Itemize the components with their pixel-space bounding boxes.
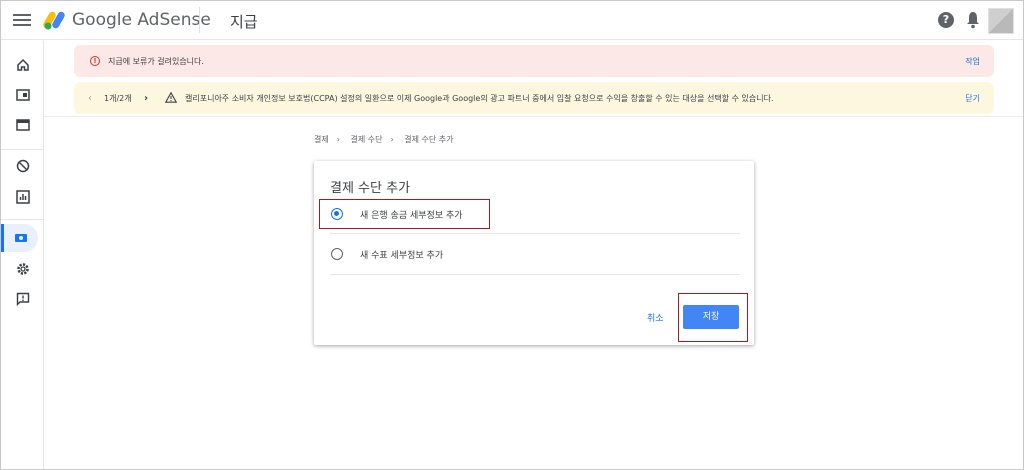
chevron-right-icon: › bbox=[390, 135, 394, 144]
ccpa-notice-message: 캘리포니아주 소비자 개인정보 보호법(CCPA) 설정의 일환으로 이제 Go… bbox=[185, 93, 774, 103]
app-window: Google AdSense 지급 ? ! 지급에 보류가 걸려있습니다. 작업… bbox=[0, 0, 1024, 470]
content-divider bbox=[44, 116, 1023, 117]
settings-icon[interactable] bbox=[7, 255, 39, 283]
option-bank-transfer[interactable]: 새 은행 송금 세부정보 추가 bbox=[324, 197, 742, 231]
reports-icon[interactable] bbox=[7, 183, 39, 211]
payments-icon[interactable] bbox=[1, 224, 38, 252]
home-icon[interactable] bbox=[7, 51, 39, 79]
blocking-icon[interactable] bbox=[7, 152, 39, 180]
adsense-logo-icon bbox=[43, 11, 65, 30]
breadcrumb: 결제 › 결제 수단 › 결제 수단 추가 bbox=[314, 134, 459, 145]
add-payment-method-card: 결제 수단 추가 새 은행 송금 세부정보 추가 새 수표 세부정보 추가 취소… bbox=[314, 161, 754, 345]
radio-button[interactable] bbox=[331, 208, 343, 220]
chevron-right-icon: › bbox=[336, 135, 340, 144]
chevron-right-icon[interactable]: › bbox=[144, 93, 148, 104]
banner-close-link[interactable]: 닫기 bbox=[965, 93, 980, 104]
side-rail bbox=[1, 41, 44, 469]
chevron-left-icon[interactable]: ‹ bbox=[88, 93, 92, 104]
breadcrumb-item: 결제 수단 추가 bbox=[404, 135, 454, 144]
ccpa-notice-banner: ‹ 1개/2개 › 캘리포니아주 소비자 개인정보 보호법(CCPA) 설정의 … bbox=[74, 82, 994, 114]
warning-icon bbox=[165, 92, 177, 103]
rail-divider bbox=[1, 149, 43, 150]
header-divider bbox=[199, 7, 200, 33]
breadcrumb-item[interactable]: 결제 수단 bbox=[350, 135, 382, 144]
option-divider bbox=[330, 233, 740, 234]
ads-icon[interactable] bbox=[7, 81, 39, 109]
save-button[interactable]: 저장 bbox=[683, 305, 739, 329]
feedback-icon[interactable] bbox=[7, 285, 39, 313]
bell-icon[interactable] bbox=[966, 11, 980, 29]
payment-hold-message: 지급에 보류가 걸려있습니다. bbox=[108, 56, 204, 66]
card-title: 결제 수단 추가 bbox=[330, 181, 411, 196]
option-label: 새 은행 송금 세부정보 추가 bbox=[360, 210, 463, 221]
error-icon: ! bbox=[90, 56, 100, 66]
radio-button[interactable] bbox=[331, 248, 343, 260]
option-check[interactable]: 새 수표 세부정보 추가 bbox=[324, 237, 742, 271]
brand-name: Google AdSense bbox=[72, 10, 211, 30]
banner-action-link[interactable]: 작업 bbox=[965, 56, 980, 67]
cancel-button[interactable]: 취소 bbox=[647, 311, 664, 324]
option-label: 새 수표 세부정보 추가 bbox=[360, 250, 444, 261]
avatar[interactable] bbox=[988, 8, 1014, 34]
help-icon[interactable]: ? bbox=[938, 12, 954, 28]
option-divider bbox=[330, 274, 740, 275]
top-bar: Google AdSense 지급 ? bbox=[1, 1, 1023, 40]
rail-divider bbox=[1, 219, 43, 220]
menu-icon[interactable] bbox=[13, 11, 31, 29]
notice-pager: 1개/2개 bbox=[104, 93, 132, 103]
page-title: 지급 bbox=[230, 13, 258, 31]
payment-hold-banner: ! 지급에 보류가 걸려있습니다. 작업 bbox=[74, 45, 994, 77]
sites-icon[interactable] bbox=[7, 111, 39, 139]
breadcrumb-item[interactable]: 결제 bbox=[314, 135, 329, 144]
